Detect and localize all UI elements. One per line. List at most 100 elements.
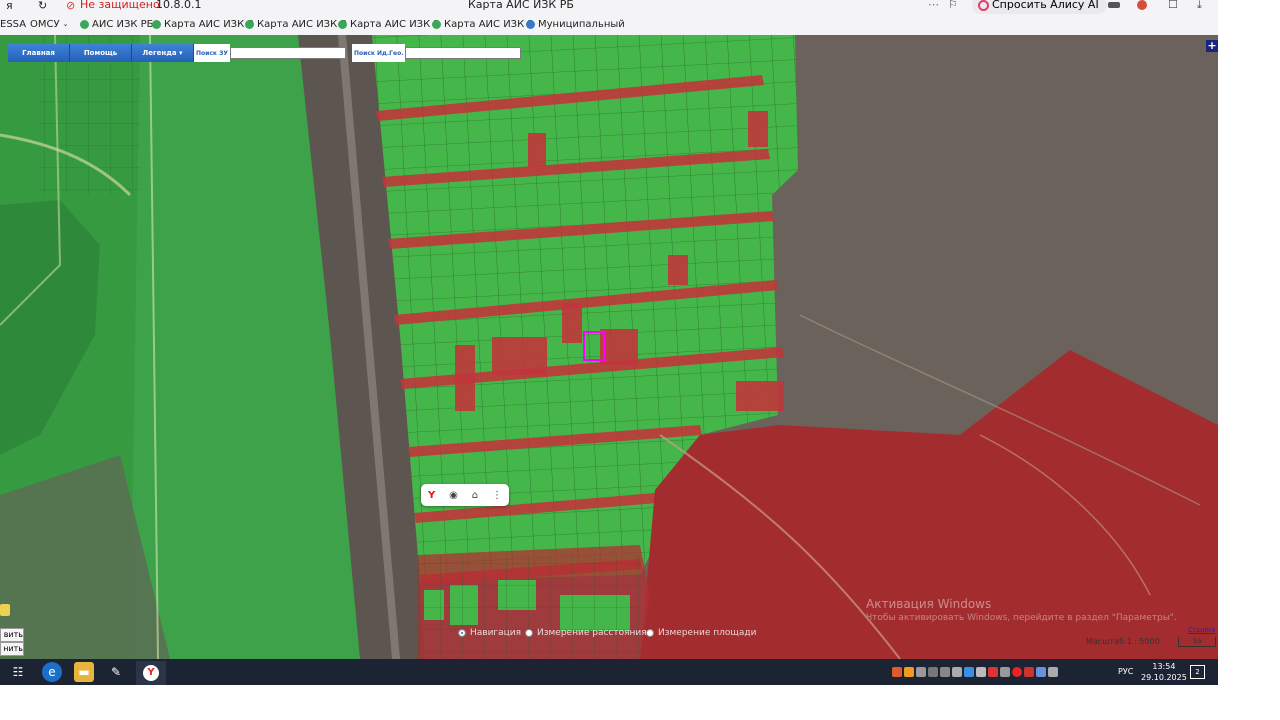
bookmark-omsu-label: ОМСУ [30,19,60,30]
globe-icon [526,20,535,29]
extension-icon[interactable] [1137,0,1147,10]
tray-icon[interactable] [1048,667,1058,677]
bookmark-omsu[interactable]: ОМСУ ⌄ [30,14,68,35]
eye-icon[interactable]: ◉ [449,490,458,501]
help-button[interactable]: Помощь [70,44,132,62]
chevron-down-icon: ▾ [179,49,183,57]
bookmark-ais[interactable]: АИС ИЗК РБ [80,14,154,35]
home-button[interactable]: Главная [8,44,70,62]
leaf-icon [245,20,254,29]
bookmark-municipal[interactable]: Муниципальный [526,14,625,35]
radio-navigation[interactable]: Навигация [458,628,521,638]
leaf-icon [432,20,441,29]
edge-icon[interactable]: e [42,662,62,682]
leaf-icon [80,20,89,29]
left-action-button-1[interactable]: вить [0,628,24,642]
activation-watermark-title: Активация Windows [866,597,992,611]
folder-icon[interactable]: ▬ [74,662,94,682]
legend-button[interactable]: Легенда ▾ [132,44,194,62]
scale-label: Масштаб 1 : 5000 [1086,637,1160,646]
bookmark-karta-1-label: Карта АИС ИЗК Р [164,19,254,30]
radio-distance-label: Измерение расстояния [537,628,647,638]
tray-icon[interactable] [916,667,926,677]
search-zu-label: Поиск ЗУ [194,44,230,62]
alice-button[interactable]: Спросить Алису AI [972,0,1107,14]
more-icon[interactable]: ⋯ [928,0,939,12]
tray-icon[interactable] [892,667,902,677]
radio-measure-area[interactable]: Измерение площади [646,628,756,638]
bookmark-essa[interactable]: ESSA [0,14,26,35]
chevron-down-icon: ⌄ [62,20,69,28]
not-secure-icon: ⊘ [66,0,76,12]
system-tray [892,662,1058,682]
bookmark-municipal-label: Муниципальный [538,19,625,30]
bookmark-karta-3-label: Карта АИС ИЗК Р [350,19,440,30]
tab-title: Карта АИС ИЗК РБ [468,0,574,11]
map-layers [0,35,1218,659]
yandex-browser-taskbar[interactable]: Y [136,661,166,685]
leaf-icon [152,20,161,29]
notification-icon[interactable]: 2 [1190,665,1205,679]
radio-area-label: Измерение площади [658,628,757,638]
left-action-button-2[interactable]: нить [0,642,24,656]
camera-icon[interactable]: ⌂ [472,490,478,501]
map-toolbar: Главная Помощь Легенда ▾ Поиск ЗУ Поиск … [8,44,522,62]
layer-icon[interactable] [0,604,10,616]
yandex-logo-icon[interactable]: я [6,0,13,13]
tray-icon[interactable] [940,667,950,677]
tray-icon[interactable] [988,667,998,677]
tray-icon[interactable] [904,667,914,677]
radio-measure-distance[interactable]: Измерение расстояния [525,628,647,638]
radio-dot [525,629,533,637]
tray-icon[interactable] [952,667,962,677]
alice-icon [978,0,989,11]
floating-toolbar: Y ◉ ⌂ ⋮ [421,484,509,506]
radio-dot [646,629,654,637]
bookmark-karta-3[interactable]: Карта АИС ИЗК Р [338,14,439,35]
bookmark-karta-2[interactable]: Карта АИС ИЗК Р [245,14,346,35]
browser-titlebar: я ↻ ⊘ Не защищено 10.8.0.1 Карта АИС ИЗК… [0,0,1218,14]
map-canvas[interactable] [0,35,1218,659]
reload-icon[interactable]: ↻ [38,0,47,13]
tray-icon[interactable] [964,667,974,677]
tray-icon[interactable] [976,667,986,677]
tray-icon[interactable] [928,667,938,677]
radio-dot [458,629,466,637]
alice-label: Спросить Алису AI [992,0,1099,11]
bookmark-karta-4[interactable]: Карта АИС ИЗК Р [432,14,533,35]
leaf-icon [338,20,347,29]
scale-bar: Sa [1178,637,1216,647]
kebab-menu-icon[interactable]: ⋮ [492,490,502,501]
tray-icon[interactable] [1024,667,1034,677]
task-view-icon[interactable]: ☷ [8,662,28,682]
bookmark-karta-1[interactable]: Карта АИС ИЗК Р [152,14,253,35]
legend-label: Легенда [142,49,177,57]
activation-watermark-subtitle: Чтобы активировать Windows, перейдите в … [866,613,1177,623]
sidebar-icon[interactable]: ☐ [1168,0,1178,12]
search-geo-label: Поиск Ид.Гео. [351,44,406,62]
bookmark-icon[interactable]: ⚐ [948,0,958,12]
bookmark-karta-2-label: Карта АИС ИЗК Р [257,19,347,30]
tray-icon[interactable] [1012,667,1022,677]
expand-icon[interactable]: + [1206,40,1218,52]
clock-time: 13:54 [1152,662,1176,671]
security-status[interactable]: Не защищено [80,0,160,12]
yandex-browser-icon: Y [143,665,159,681]
address-bar[interactable]: 10.8.0.1 [156,0,201,12]
tray-icon[interactable] [1000,667,1010,677]
clock[interactable]: 13:54 29.10.2025 [1141,661,1187,683]
app-icon[interactable]: ✎ [106,662,126,682]
shield-icon[interactable] [1108,2,1120,8]
yandex-icon[interactable]: Y [428,490,435,501]
radio-navigation-label: Навигация [470,628,522,638]
language-indicator[interactable]: РУС [1118,667,1133,676]
bookmark-ais-label: АИС ИЗК РБ [92,19,154,30]
map-link[interactable]: Ссылка [1188,626,1215,634]
search-geo-input[interactable] [405,47,522,59]
bookmark-karta-4-label: Карта АИС ИЗК Р [444,19,534,30]
download-icon[interactable]: ⤓ [1197,0,1202,12]
search-zu-input[interactable] [229,47,346,59]
bookmarks-bar: ESSA ОМСУ ⌄ АИС ИЗК РБ Карта АИС ИЗК Р Ка… [0,14,1218,36]
tray-icon[interactable] [1036,667,1046,677]
clock-date: 29.10.2025 [1141,673,1187,682]
